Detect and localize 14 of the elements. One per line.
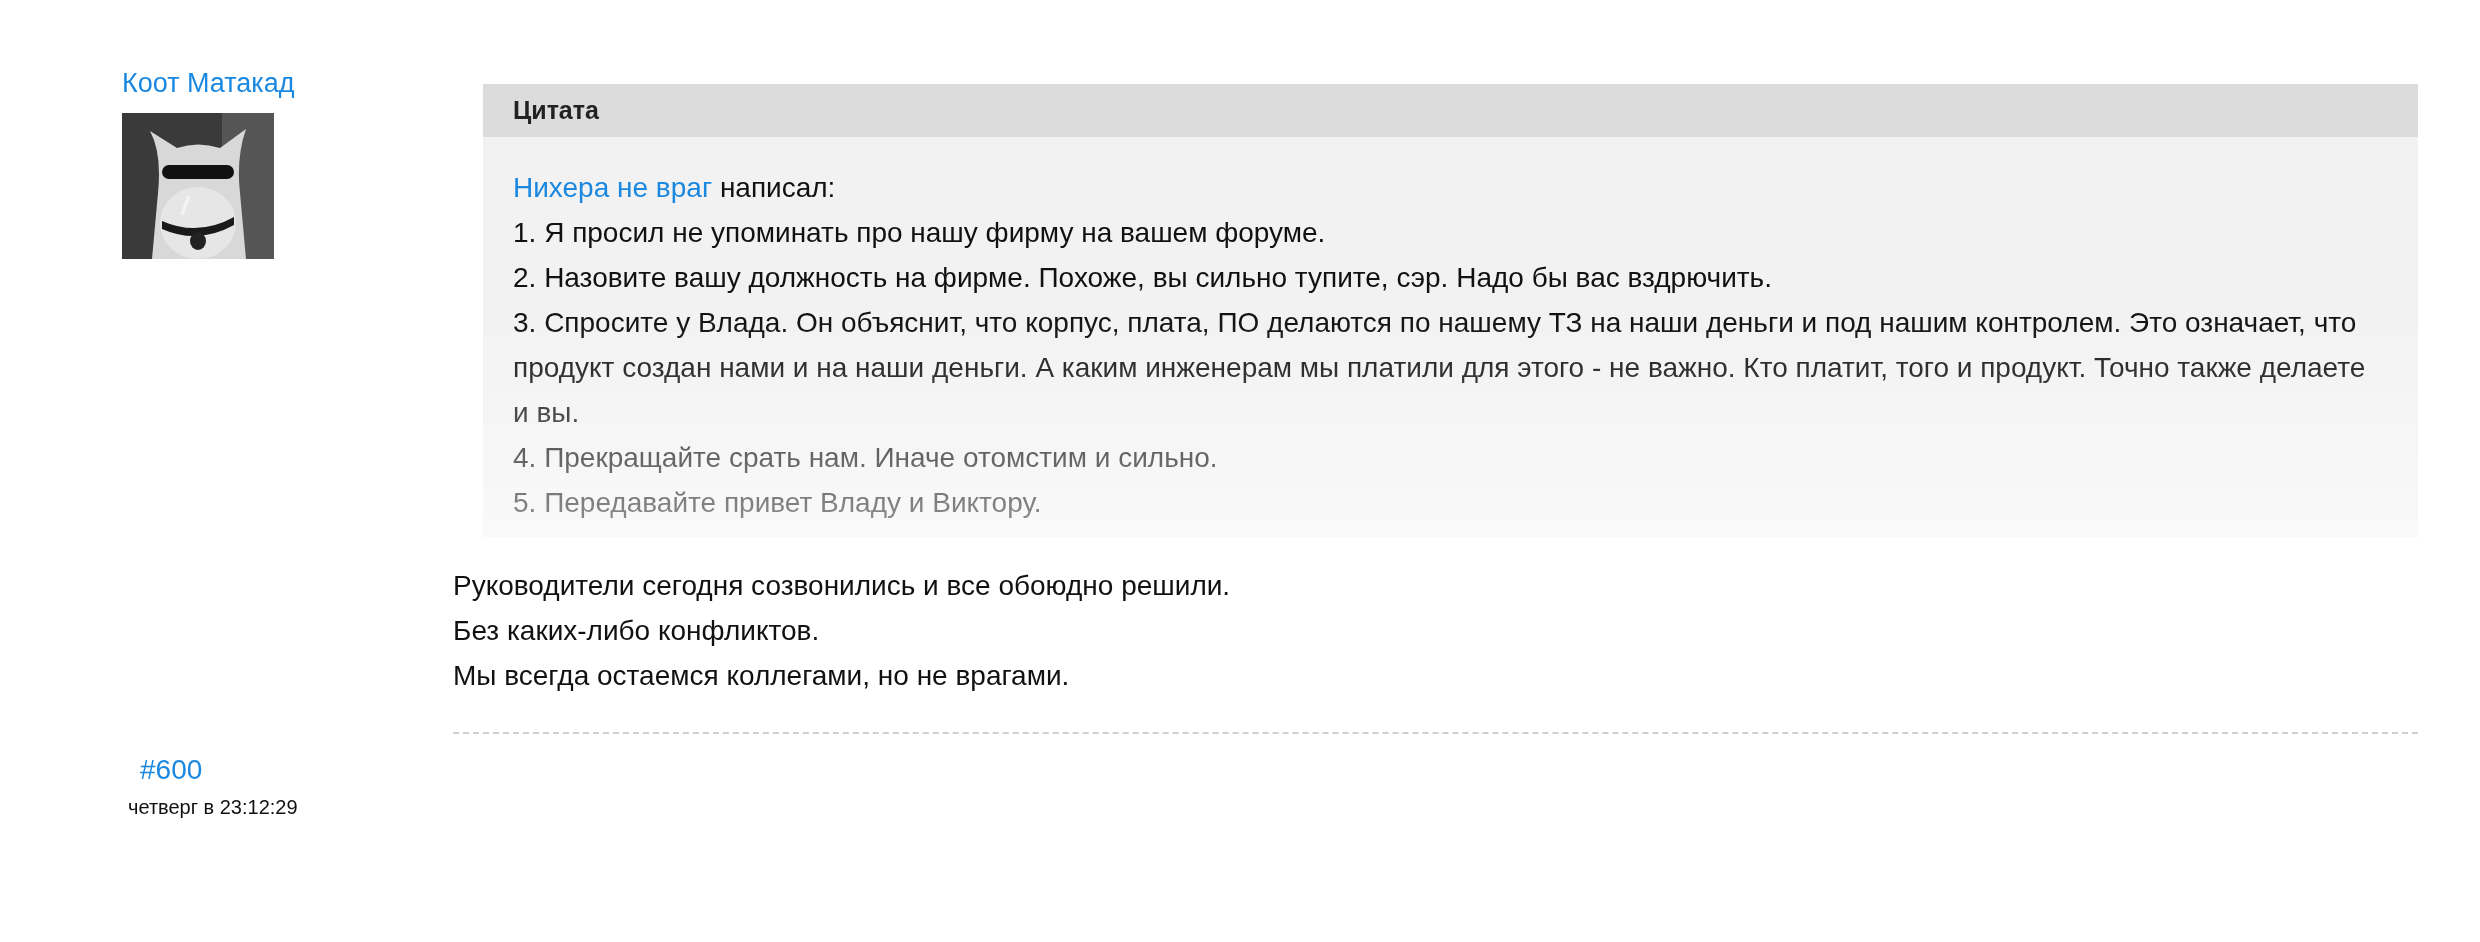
quote-text: 2. Назовите вашу должность на фирме. Похоже, вы сильно тупите, сэр. Надо бы вас вздрючить. xyxy=(513,261,1773,295)
quote-text: 3. Спросите у Влада. Он объяснит, что корпус, плата, ПО делаются по нашему ТЗ на наши деньги и под нашим контролем. Это означает, что продукт создан нами и на наши деньги. А каким инженерам мы платили для этого - не важно. Кто платит, того и продукт. Точно также делаете и вы. xyxy=(513,306,2367,430)
post-text: Мы всегда остаемся коллегами, но не врагами. xyxy=(453,659,1070,693)
post-time: четверг в 23:12:29 xyxy=(128,796,298,819)
quote-text: 1. Я просил не упоминать про нашу фирму на вашем форуме. xyxy=(513,216,1327,250)
quote-header: Цитата xyxy=(483,84,2418,137)
quote-attribution: написал: xyxy=(719,172,836,203)
quote-text: 4. Прекращайте срать нам. Иначе отомстим и сильно. xyxy=(513,441,1219,475)
post-number-link[interactable]: #600 xyxy=(140,754,203,786)
quote-text: 5. Передавайте привет Владу и Виктору. xyxy=(513,486,1043,520)
post-text: Руководители сегодня созвонились и все обоюдно решили. xyxy=(453,569,1231,603)
quote-author-link[interactable]: Нихера не враг xyxy=(513,172,713,203)
post-text: Без каких-либо конфликтов. xyxy=(453,614,820,648)
author-link[interactable]: Коот Матакад xyxy=(122,68,295,99)
